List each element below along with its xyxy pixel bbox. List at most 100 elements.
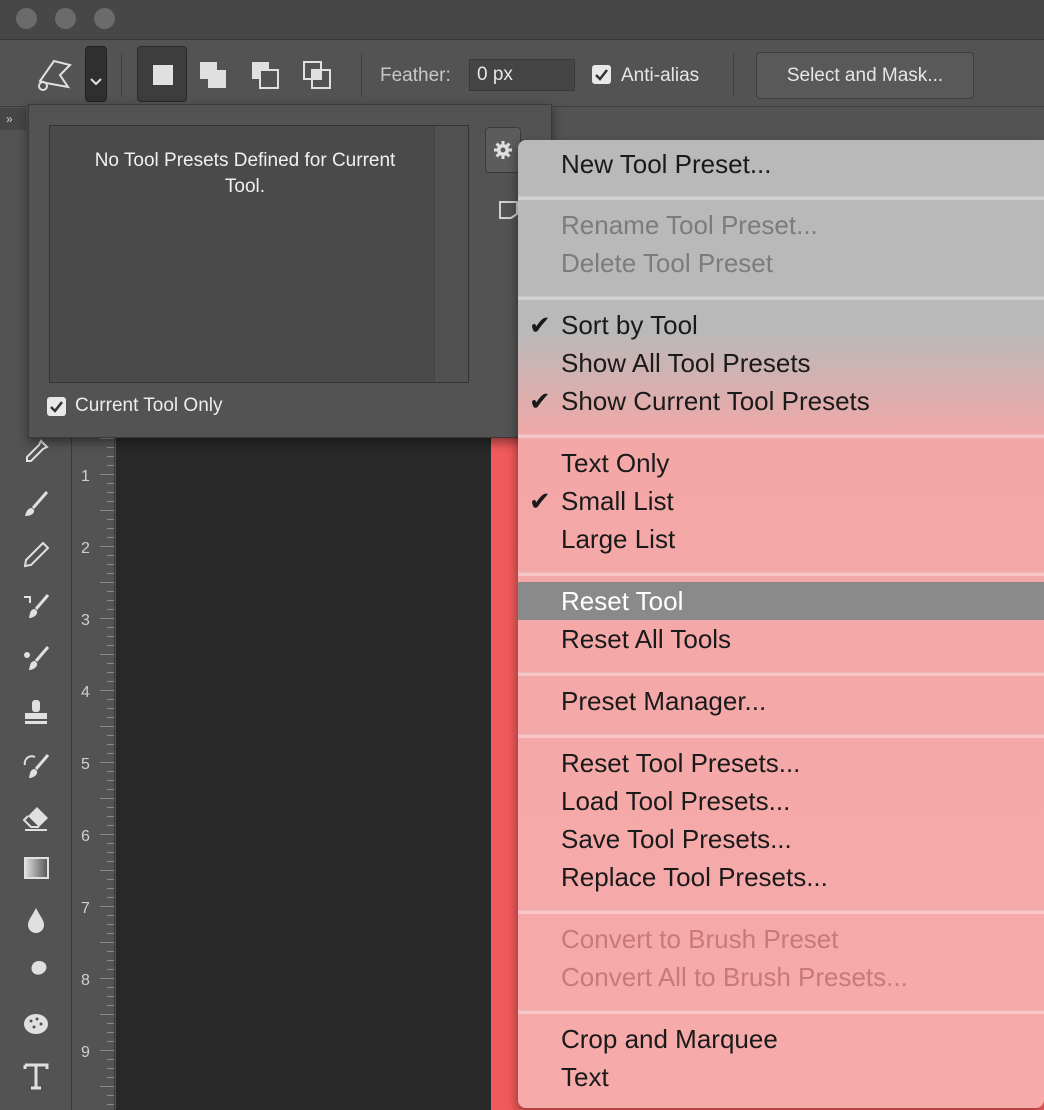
ruler-tick [107, 609, 114, 610]
ruler-tick [100, 978, 114, 979]
menu-item-load-tool-presets[interactable]: Load Tool Presets... [518, 782, 1044, 820]
menu-separator [518, 734, 1044, 738]
ruler-tick [107, 807, 114, 808]
menu-item-new-tool-preset[interactable]: New Tool Preset... [518, 145, 1044, 183]
menu-item-label: Save Tool Presets... [561, 824, 792, 854]
history-brush-tool-icon[interactable] [14, 744, 58, 788]
subtract-from-selection-button[interactable] [241, 46, 291, 102]
current-tool-only-checkbox[interactable] [47, 397, 66, 416]
presets-menu-button[interactable] [485, 127, 521, 173]
ruler-tick [107, 645, 114, 646]
ruler-tick [107, 1005, 114, 1006]
vertical-ruler: 1 2 3 4 5 6 7 8 9 [73, 438, 115, 1110]
expand-panels-icon[interactable]: » [0, 108, 26, 130]
presets-scrollbar[interactable] [434, 126, 468, 382]
tool-preset-picker-button[interactable] [85, 46, 107, 102]
ruler-tick [100, 906, 114, 907]
menu-item-label: Crop and Marquee [561, 1024, 778, 1054]
menu-item-text-only[interactable]: Text Only [518, 444, 1044, 482]
checkmark-icon [50, 401, 63, 413]
menu-item-show-all-tool-presets[interactable]: Show All Tool Presets [518, 344, 1044, 382]
menu-item-reset-tool[interactable]: Reset Tool [518, 582, 1044, 620]
menu-item-delete-tool-preset: Delete Tool Preset [518, 244, 1044, 282]
dodge-tool-icon[interactable] [14, 950, 58, 994]
ruler-tick [107, 1095, 114, 1096]
add-to-selection-button[interactable] [189, 46, 239, 102]
menu-item-large-list[interactable]: Large List [518, 520, 1044, 558]
ruler-tick [107, 1041, 114, 1042]
mixer-brush-tool-icon[interactable] [14, 636, 58, 680]
menu-separator [518, 910, 1044, 914]
new-selection-button[interactable] [137, 46, 187, 102]
eraser-tool-icon[interactable] [14, 796, 58, 840]
ruler-tick [107, 1023, 114, 1024]
select-and-mask-button[interactable]: Select and Mask... [756, 52, 974, 99]
ruler-tick [107, 861, 114, 862]
zoom-window-button[interactable] [94, 8, 115, 29]
color-replacement-tool-icon[interactable] [14, 584, 58, 628]
add-to-selection-icon [200, 62, 226, 88]
checkmark-icon: ✔ [529, 310, 551, 340]
menu-item-label: Sort by Tool [561, 310, 698, 340]
ruler-tick [100, 870, 114, 871]
chevron-down-icon [90, 78, 102, 86]
ruler-tick [107, 465, 114, 466]
menu-item-small-list[interactable]: ✔ Small List [518, 482, 1044, 520]
ruler-tick [107, 627, 114, 628]
ruler-tick [107, 825, 114, 826]
clone-stamp-tool-icon[interactable] [14, 690, 58, 734]
feather-input[interactable]: 0 px [469, 59, 575, 91]
menu-item-label: Replace Tool Presets... [561, 862, 828, 892]
minimize-window-button[interactable] [55, 8, 76, 29]
checkmark-icon: ✔ [529, 486, 551, 516]
type-tool-icon[interactable] [14, 1054, 58, 1098]
ruler-tick [107, 573, 114, 574]
menu-item-sort-by-tool[interactable]: ✔ Sort by Tool [518, 306, 1044, 344]
ruler-tick [107, 888, 114, 889]
ruler-tick [107, 843, 114, 844]
ruler-number: 4 [81, 684, 90, 701]
ruler-tick [100, 582, 114, 583]
checkmark-icon: ✔ [529, 386, 551, 416]
ruler-tick [100, 1086, 114, 1087]
menu-item-reset-all-tools[interactable]: Reset All Tools [518, 620, 1044, 658]
polygonal-lasso-tool-preset-icon[interactable] [30, 53, 78, 97]
ruler-tick [107, 1077, 114, 1078]
ruler-tick [107, 753, 114, 754]
menu-item-rename-tool-preset: Rename Tool Preset... [518, 206, 1044, 244]
sponge-tool-icon[interactable] [14, 1002, 58, 1046]
menu-item-save-tool-presets[interactable]: Save Tool Presets... [518, 820, 1044, 858]
ruler-tick [107, 1059, 114, 1060]
workspace-background [116, 438, 496, 1110]
menu-item-show-current-tool-presets[interactable]: ✔ Show Current Tool Presets [518, 382, 1044, 420]
menu-item-text[interactable]: Text [518, 1058, 1044, 1096]
menu-item-replace-tool-presets[interactable]: Replace Tool Presets... [518, 858, 1044, 896]
tool-presets-list[interactable]: No Tool Presets Defined for Current Tool… [49, 125, 469, 383]
menu-item-label: Reset Tool [561, 586, 684, 616]
ruler-tick [107, 528, 114, 529]
pencil-tool-icon[interactable] [14, 532, 58, 576]
menu-item-crop-and-marquee[interactable]: Crop and Marquee [518, 1020, 1044, 1058]
ruler-tick [107, 996, 114, 997]
menu-item-preset-manager[interactable]: Preset Manager... [518, 682, 1044, 720]
menu-item-label: Load Tool Presets... [561, 786, 791, 816]
antialias-checkbox[interactable] [592, 65, 611, 84]
window-title-bar [0, 0, 1044, 40]
intersect-selection-button[interactable] [293, 46, 343, 102]
ruler-tick [107, 663, 114, 664]
options-bar: Feather: 0 px Anti-alias Select and Mask… [0, 41, 1044, 107]
ruler-tick [107, 780, 114, 781]
gradient-tool-icon[interactable] [14, 846, 58, 890]
ruler-tick [107, 915, 114, 916]
blur-tool-icon[interactable] [14, 898, 58, 942]
close-window-button[interactable] [16, 8, 37, 29]
brush-tool-icon[interactable] [14, 482, 58, 526]
subtract-from-selection-icon [252, 62, 279, 89]
menu-separator [518, 296, 1044, 300]
menu-item-reset-tool-presets[interactable]: Reset Tool Presets... [518, 744, 1044, 782]
ruler-tick [107, 708, 114, 709]
ruler-tick [107, 933, 114, 934]
ruler-tick [100, 942, 114, 943]
ruler-tick [100, 1050, 114, 1051]
ruler-tick [100, 1014, 114, 1015]
